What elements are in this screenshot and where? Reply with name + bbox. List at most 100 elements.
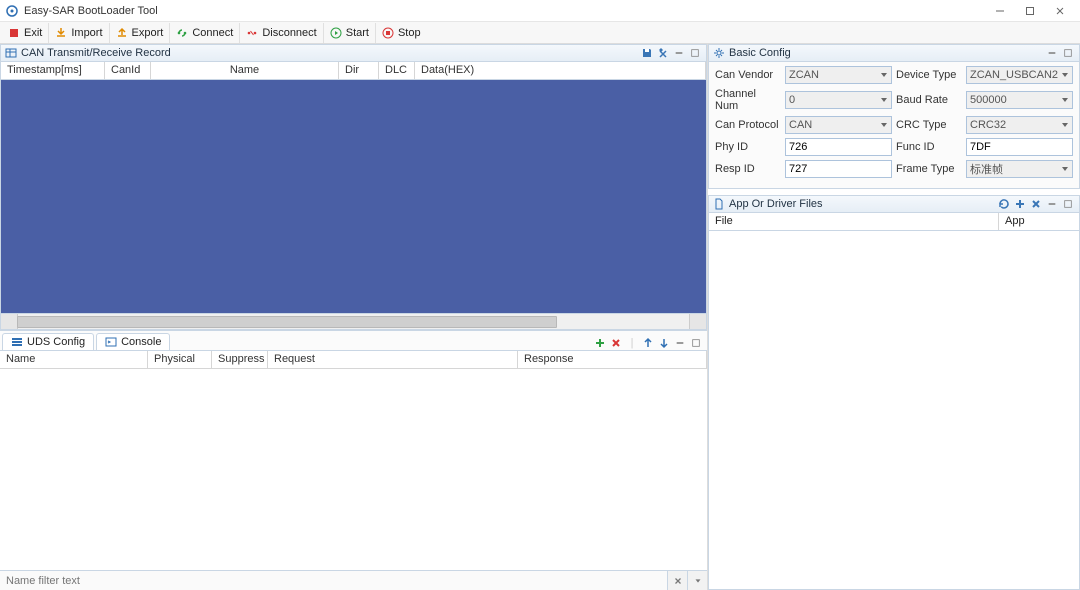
window-minimize-button[interactable] <box>986 2 1014 20</box>
uds-col-response[interactable]: Response <box>518 351 707 368</box>
tab-uds-config[interactable]: UDS Config <box>2 333 94 350</box>
minimize-panel-icon[interactable] <box>1045 197 1059 211</box>
label-channel-num: Channel Num <box>715 88 781 112</box>
select-can-vendor[interactable]: ZCAN <box>785 66 892 84</box>
basic-config-form: Can Vendor ZCAN Device Type ZCAN_USBCAN2… <box>708 62 1080 189</box>
refresh-icon[interactable] <box>997 197 1011 211</box>
app-files-table-body[interactable] <box>708 231 1080 590</box>
label-device-type: Device Type <box>896 69 962 81</box>
play-icon <box>330 27 342 39</box>
exit-label: Exit <box>24 27 42 39</box>
window-maximize-button[interactable] <box>1016 2 1044 20</box>
input-phy-id[interactable] <box>785 138 892 156</box>
disconnect-button[interactable]: Disconnect <box>240 23 323 43</box>
input-func-id[interactable] <box>966 138 1073 156</box>
clear-icon[interactable] <box>656 46 670 60</box>
uds-table-header: Name Physical Suppress Request Response <box>0 351 707 369</box>
add-icon[interactable] <box>593 336 607 350</box>
move-up-icon[interactable] <box>641 336 655 350</box>
remove-icon[interactable] <box>609 336 623 350</box>
label-crc-type: CRC Type <box>896 119 962 131</box>
save-icon[interactable] <box>640 46 654 60</box>
import-button[interactable]: Import <box>49 23 109 43</box>
input-resp-id[interactable] <box>785 160 892 178</box>
col-timestamp[interactable]: Timestamp[ms] <box>1 62 105 79</box>
uds-col-request[interactable]: Request <box>268 351 518 368</box>
filter-row <box>0 570 707 590</box>
label-phy-id: Phy ID <box>715 141 781 153</box>
col-dir[interactable]: Dir <box>339 62 379 79</box>
tab-uds-label: UDS Config <box>27 336 85 348</box>
select-frame-type[interactable]: 标准帧 <box>966 160 1073 178</box>
maximize-panel-icon[interactable] <box>1061 46 1075 60</box>
col-dlc[interactable]: DLC <box>379 62 415 79</box>
select-channel-num[interactable]: 0 <box>785 91 892 109</box>
window-close-button[interactable] <box>1046 2 1074 20</box>
add-file-icon[interactable] <box>1013 197 1027 211</box>
col-file[interactable]: File <box>709 213 999 230</box>
app-files-header: App Or Driver Files <box>708 195 1080 213</box>
workspace: CAN Transmit/Receive Record Timestamp[ms… <box>0 44 1080 590</box>
label-baud-rate: Baud Rate <box>896 94 962 106</box>
maximize-panel-icon[interactable] <box>689 336 703 350</box>
bottom-panel: UDS Config Console | Name Ph <box>0 330 707 590</box>
basic-config-panel: Basic Config Can Vendor ZCAN Device Type… <box>708 44 1080 189</box>
maximize-panel-icon[interactable] <box>688 46 702 60</box>
label-func-id: Func ID <box>896 141 962 153</box>
basic-config-title: Basic Config <box>729 47 1045 59</box>
start-button[interactable]: Start <box>324 23 376 43</box>
stop-icon <box>382 27 394 39</box>
select-baud-rate[interactable]: 500000 <box>966 91 1073 109</box>
select-crc-type[interactable]: CRC32 <box>966 116 1073 134</box>
stop-button[interactable]: Stop <box>376 23 427 43</box>
move-down-icon[interactable] <box>657 336 671 350</box>
minimize-panel-icon[interactable] <box>673 336 687 350</box>
col-name[interactable]: Name <box>151 62 339 79</box>
disconnect-icon <box>246 27 258 39</box>
uds-col-name[interactable]: Name <box>0 351 148 368</box>
disconnect-label: Disconnect <box>262 27 316 39</box>
connect-button[interactable]: Connect <box>170 23 240 43</box>
select-can-protocol[interactable]: CAN <box>785 116 892 134</box>
col-app[interactable]: App <box>999 213 1079 230</box>
filter-dropdown-icon[interactable] <box>687 571 707 590</box>
right-column: Basic Config Can Vendor ZCAN Device Type… <box>708 44 1080 590</box>
label-can-vendor: Can Vendor <box>715 69 781 81</box>
export-label: Export <box>132 27 164 39</box>
name-filter-input[interactable] <box>0 571 667 590</box>
stop-label: Stop <box>398 27 421 39</box>
uds-col-physical[interactable]: Physical <box>148 351 212 368</box>
col-canid[interactable]: CanId <box>105 62 151 79</box>
tab-console[interactable]: Console <box>96 333 170 350</box>
basic-config-header: Basic Config <box>708 44 1080 62</box>
filter-clear-icon[interactable] <box>667 571 687 590</box>
can-record-table-body[interactable] <box>0 80 707 314</box>
left-column: CAN Transmit/Receive Record Timestamp[ms… <box>0 44 708 590</box>
can-record-panel: CAN Transmit/Receive Record Timestamp[ms… <box>0 44 707 330</box>
horizontal-scrollbar[interactable] <box>0 314 707 330</box>
can-record-title: CAN Transmit/Receive Record <box>21 47 640 59</box>
remove-file-icon[interactable] <box>1029 197 1043 211</box>
minimize-panel-icon[interactable] <box>1045 46 1059 60</box>
start-label: Start <box>346 27 369 39</box>
maximize-panel-icon[interactable] <box>1061 197 1075 211</box>
bottom-tabs: UDS Config Console | <box>0 331 707 351</box>
exit-button[interactable]: Exit <box>2 23 49 43</box>
main-toolbar: Exit Import Export Connect Disconnect St… <box>0 22 1080 44</box>
export-icon <box>116 27 128 39</box>
uds-table-body[interactable] <box>0 369 707 570</box>
connect-label: Connect <box>192 27 233 39</box>
col-data[interactable]: Data(HEX) <box>415 62 706 79</box>
uds-col-suppress[interactable]: Suppress <box>212 351 268 368</box>
export-button[interactable]: Export <box>110 23 171 43</box>
scrollbar-thumb[interactable] <box>17 316 557 328</box>
tab-console-label: Console <box>121 336 161 348</box>
titlebar: Easy-SAR BootLoader Tool <box>0 0 1080 22</box>
app-files-panel: App Or Driver Files File App <box>708 195 1080 590</box>
can-record-header: CAN Transmit/Receive Record <box>0 44 707 62</box>
console-icon <box>105 336 117 348</box>
divider-icon: | <box>625 336 639 350</box>
import-label: Import <box>71 27 102 39</box>
minimize-panel-icon[interactable] <box>672 46 686 60</box>
select-device-type[interactable]: ZCAN_USBCAN2 <box>966 66 1073 84</box>
